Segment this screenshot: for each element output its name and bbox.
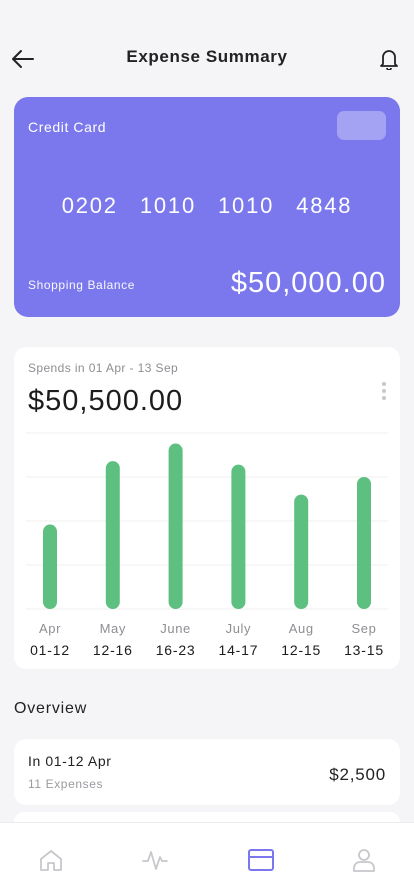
spends-card: Spends in 01 Apr - 13 Sep $50,500.00 Apr…	[14, 347, 400, 669]
card-label: Credit Card	[28, 119, 107, 135]
balance-label: Shopping Balance	[28, 278, 136, 292]
spends-bar-chart: Apr 01-12 May 12-16 June 16-23 July 14-17 Aug 12-…	[26, 432, 388, 658]
chart-bar[interactable]	[43, 524, 57, 609]
card-chip-icon	[337, 111, 386, 140]
chart-bar[interactable]	[168, 443, 183, 609]
overview-period: In 01-12 Apr	[28, 753, 112, 769]
chart-bar[interactable]	[294, 494, 309, 609]
overview-title: Overview	[14, 700, 88, 717]
tab-profile[interactable]	[349, 845, 379, 875]
tab-home[interactable]	[36, 845, 66, 875]
tab-card[interactable]	[246, 845, 276, 875]
chart-range-label: 14-17	[218, 642, 258, 658]
chart-bar[interactable]	[357, 477, 371, 609]
card-icon	[248, 849, 274, 871]
card-number-group: 4848	[296, 193, 353, 218]
activity-icon	[142, 851, 168, 870]
chart-range-label: 12-15	[281, 642, 321, 658]
header: Expense Summary	[0, 0, 414, 96]
chart-month-label: Aug	[289, 621, 314, 636]
chart-month-label: Apr	[39, 621, 61, 636]
chart-month-label: July	[226, 621, 252, 636]
card-number: 0202 1010 1010 4848	[14, 193, 400, 219]
card-number-group: 0202	[61, 193, 118, 218]
user-icon	[353, 849, 375, 872]
tab-activity[interactable]	[140, 845, 170, 875]
tab-bar	[0, 822, 414, 896]
chart-bar[interactable]	[231, 464, 246, 609]
chart-range-label: 12-16	[93, 642, 133, 658]
bell-icon	[380, 50, 398, 70]
chart-month-label: June	[160, 621, 191, 636]
chart-bar[interactable]	[105, 461, 120, 609]
overview-amount: $2,500	[329, 765, 386, 784]
chart-range-label: 01-12	[30, 642, 70, 658]
balance-value: $50,000.00	[230, 267, 386, 299]
card-number-group: 1010	[218, 193, 275, 218]
chart-month-label: Sep	[352, 621, 377, 636]
home-icon	[40, 850, 62, 871]
overview-count: 11 Expenses	[28, 777, 104, 791]
credit-card[interactable]: Credit Card 0202 1010 1010 4848 Shopping Ba…	[14, 97, 400, 317]
notifications-button[interactable]	[374, 44, 404, 74]
chart-range-label: 13-15	[344, 642, 384, 658]
page-title: Expense Summary	[126, 47, 288, 66]
chart-range-label: 16-23	[156, 642, 196, 658]
overview-item[interactable]: In 01-12 Apr 11 Expenses $2,500	[14, 739, 400, 805]
chart-month-label: May	[100, 621, 126, 636]
card-number-group: 1010	[139, 193, 196, 218]
